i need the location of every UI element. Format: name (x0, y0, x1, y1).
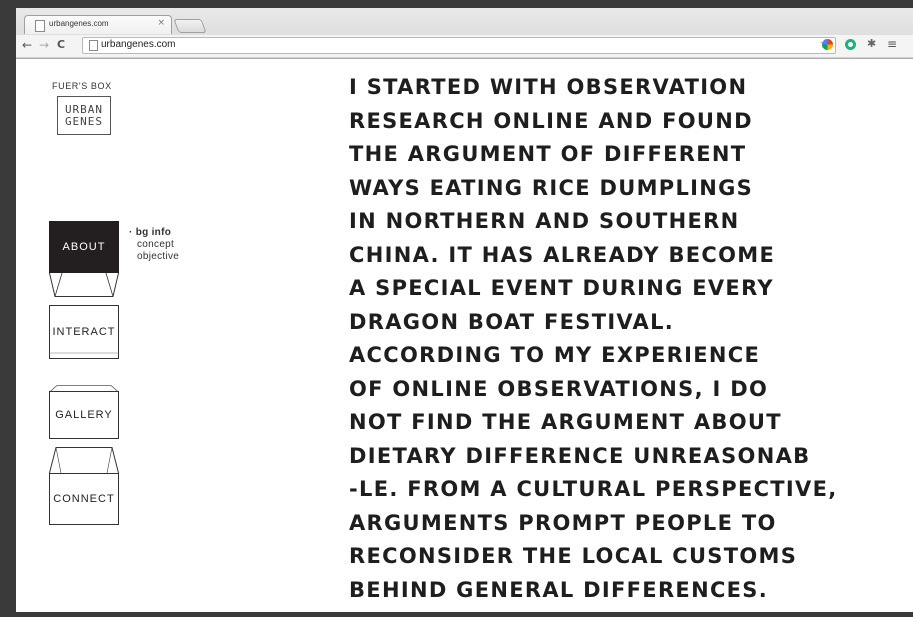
nav-interact-label: INTERACT (52, 326, 116, 338)
address-url: urbangenes.com (101, 39, 176, 50)
back-icon[interactable]: ← (22, 38, 32, 52)
main-article: I STARTED WITH OBSERVATION RESEARCH ONLI… (349, 71, 879, 607)
chrome-color-icon[interactable] (822, 39, 833, 50)
article-line: DIETARY DIFFERENCE UNREASONAB (349, 443, 811, 468)
nav-connect-face: CONNECT (49, 473, 119, 525)
tab-close-icon[interactable]: × (157, 18, 165, 28)
subnav-concept[interactable]: concept (129, 239, 179, 251)
article-line: ACCORDING TO MY EXPERIENCE (349, 343, 761, 367)
nav-about[interactable]: ABOUT (49, 221, 119, 297)
article-line: BEHIND GENERAL DIFFERENCES. (349, 577, 769, 602)
logo-line: URBAN (64, 102, 104, 116)
puzzle-icon[interactable]: ✱ (867, 37, 876, 50)
about-subnav: · bg info concept objective (129, 227, 179, 263)
reload-icon[interactable]: C (57, 38, 65, 52)
urban-genes-logo[interactable]: URBAN GENES (57, 96, 111, 135)
brand-caption: FUER'S BOX (52, 81, 112, 91)
page-icon (89, 40, 98, 51)
browser-toolbar: ← → C urbangenes.com ☆ ✱ ≡ (16, 35, 913, 57)
article-line: CHINA. IT HAS ALREADY BECOME (349, 242, 776, 267)
box-flap-icon (49, 273, 119, 297)
box-open-flap-icon (49, 447, 119, 473)
article-line: WAYS EATING RICE DUMPLINGS (349, 175, 754, 200)
page-favicon-icon (35, 20, 45, 32)
nav-gallery-face: GALLERY (49, 391, 119, 439)
nav-about-label: ABOUT (62, 241, 106, 253)
new-tab-button[interactable] (173, 19, 207, 33)
browser-chrome: urbangenes.com × ← → C urbangenes.com ☆ … (16, 8, 913, 59)
nav-gallery[interactable]: GALLERY (49, 385, 119, 441)
nav-about-face: ABOUT (49, 221, 119, 273)
forward-icon[interactable]: → (39, 38, 49, 52)
article-line: ARGUMENTS PROMPT PEOPLE TO (349, 510, 777, 535)
article-line: OF ONLINE OBSERVATIONS, I DO (349, 376, 769, 401)
nav-interact[interactable]: INTERACT (49, 305, 119, 359)
browser-tab[interactable]: urbangenes.com × (24, 15, 172, 34)
nav-connect[interactable]: CONNECT (49, 447, 119, 525)
article-line: IN NORTHERN AND SOUTHERN (349, 209, 740, 233)
article-line: DRAGON BOAT FESTIVAL. (349, 309, 675, 334)
article-line: NOT FIND THE ARGUMENT ABOUT (349, 410, 782, 434)
web-page: FUER'S BOX URBAN GENES ABOUT · bg info c… (16, 59, 913, 612)
address-bar[interactable]: urbangenes.com ☆ (82, 37, 836, 54)
subnav-objective[interactable]: objective (129, 251, 179, 263)
article-line: -LE. FROM A CULTURAL PERSPECTIVE, (349, 477, 838, 501)
browser-menu-icon[interactable]: ≡ (887, 37, 897, 51)
nav-connect-label: CONNECT (53, 493, 115, 505)
subnav-bg-info[interactable]: · bg info (129, 227, 179, 239)
logo-line: GENES (64, 114, 104, 128)
article-line: I STARTED WITH OBSERVATION (349, 75, 748, 99)
box-edge-icon (49, 352, 119, 354)
tab-title: urbangenes.com (49, 19, 109, 28)
article-line: RECONSIDER THE LOCAL CUSTOMS (349, 544, 798, 568)
green-circle-icon[interactable] (845, 39, 856, 50)
article-line: RESEARCH ONLINE AND FOUND (349, 108, 753, 133)
article-line: A SPECIAL EVENT DURING EVERY (349, 276, 774, 300)
article-line: THE ARGUMENT OF DIFFERENT (349, 142, 747, 166)
nav-gallery-label: GALLERY (55, 409, 113, 421)
